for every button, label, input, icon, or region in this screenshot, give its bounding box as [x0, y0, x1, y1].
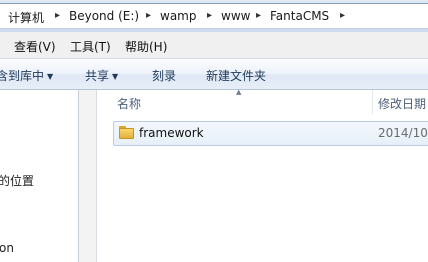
address-bar: 计算机 ▸ Beyond (E:) ▸ wamp ▸ www ▸ FantaCM… — [0, 0, 428, 32]
include-in-library-button[interactable]: 含到库中 ▼ — [0, 67, 53, 84]
breadcrumb-www[interactable]: www — [221, 9, 250, 23]
navigation-pane[interactable]: 的位置 on — [0, 90, 78, 262]
chevron-down-icon: ▼ — [112, 72, 119, 81]
sort-ascending-icon: ▲ — [236, 88, 242, 96]
breadcrumb-fantacms[interactable]: FantaCMS — [270, 9, 329, 23]
breadcrumb-wamp[interactable]: wamp — [160, 9, 196, 23]
folder-icon — [119, 126, 134, 139]
breadcrumb-separator-icon[interactable]: ▸ — [340, 10, 345, 21]
burn-button[interactable]: 刻录 — [152, 67, 176, 84]
include-in-library-label: 含到库中 — [0, 69, 45, 83]
breadcrumb-separator-icon[interactable]: ▸ — [146, 10, 151, 21]
new-folder-button[interactable]: 新建文件夹 — [206, 67, 266, 84]
share-button[interactable]: 共享 ▼ — [85, 67, 118, 84]
menu-tools[interactable]: 工具(T) — [70, 38, 111, 55]
breadcrumb[interactable]: 计算机 ▸ Beyond (E:) ▸ wamp ▸ www ▸ FantaCM… — [0, 3, 428, 29]
command-bar: 含到库中 ▼ 共享 ▼ 刻录 新建文件夹 — [0, 59, 428, 90]
nav-item-partial[interactable]: on — [0, 241, 14, 255]
menu-bar: 查看(V) 工具(T) 帮助(H) — [0, 32, 428, 59]
file-row-framework[interactable]: framework 2014/10/ — [113, 121, 428, 146]
file-modified-date: 2014/10/ — [378, 126, 428, 140]
menu-help[interactable]: 帮助(H) — [125, 38, 167, 55]
file-list[interactable]: 名称 修改日期 — [97, 90, 428, 262]
menu-view[interactable]: 查看(V) — [14, 38, 56, 55]
chevron-down-icon: ▼ — [47, 72, 54, 81]
column-header-modified[interactable]: 修改日期 — [378, 95, 426, 112]
breadcrumb-separator-icon[interactable]: ▸ — [256, 10, 261, 21]
breadcrumb-computer[interactable]: 计算机 — [8, 9, 44, 26]
column-divider[interactable] — [372, 90, 373, 114]
share-label: 共享 — [85, 69, 110, 83]
breadcrumb-drive-e[interactable]: Beyond (E:) — [69, 9, 139, 23]
file-name: framework — [139, 126, 204, 140]
breadcrumb-separator-icon[interactable]: ▸ — [55, 10, 60, 21]
nav-item-location[interactable]: 的位置 — [0, 172, 34, 189]
breadcrumb-separator-icon[interactable]: ▸ — [207, 10, 212, 21]
column-header-name[interactable]: 名称 — [117, 95, 141, 112]
pane-splitter[interactable] — [79, 90, 96, 262]
